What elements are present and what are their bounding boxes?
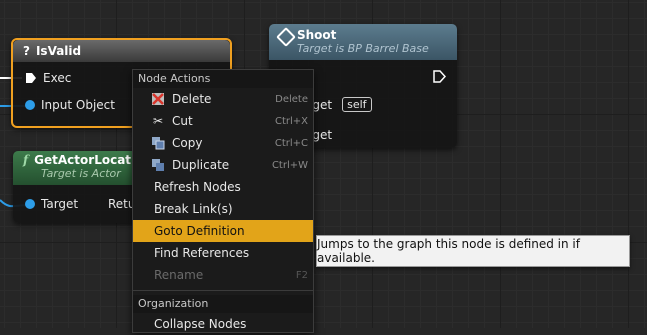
menu-item-label: Duplicate — [172, 158, 230, 172]
menu-item-shortcut: Ctrl+W — [271, 159, 308, 171]
get-actor-location-target-pin[interactable]: Target — [25, 197, 78, 211]
menu-item-shortcut: Ctrl+C — [274, 137, 308, 149]
menu-item-collapse-nodes[interactable]: Collapse Nodes — [133, 313, 313, 335]
menu-separator — [133, 290, 313, 291]
menu-item-refresh-nodes[interactable]: Refresh Nodes — [133, 176, 313, 198]
function-diamond-icon — [276, 27, 296, 47]
delete-icon — [150, 91, 166, 107]
section-header-organization: Organization — [133, 295, 313, 313]
duplicate-icon — [150, 157, 166, 173]
menu-item-find-references[interactable]: Find References — [133, 242, 313, 264]
copy-icon — [150, 135, 166, 151]
get-actor-location-target-label: Target — [41, 197, 79, 211]
target-pin-icon — [25, 199, 35, 209]
menu-item-label: Delete — [172, 92, 212, 106]
context-menu: Node Actions Delete Delete ✂ Cut Ctrl+X … — [132, 69, 314, 333]
question-icon: ? — [23, 44, 30, 58]
menu-item-shortcut: Ctrl+X — [274, 115, 308, 127]
tooltip-text: Jumps to the graph this node is defined … — [317, 237, 580, 265]
scissors-icon: ✂ — [152, 114, 164, 128]
exec-pin-label: Exec — [43, 71, 72, 85]
function-f-icon: f — [23, 153, 29, 167]
menu-item-label: Cut — [172, 114, 193, 128]
menu-item-duplicate[interactable]: Duplicate Ctrl+W — [133, 154, 313, 176]
exec-input-pin[interactable]: Exec — [25, 71, 71, 85]
menu-item-copy[interactable]: Copy Ctrl+C — [133, 132, 313, 154]
object-pin-icon — [25, 100, 35, 110]
menu-item-label: Rename — [154, 268, 204, 282]
input-object-pin[interactable]: Input Object — [25, 98, 115, 112]
menu-item-rename[interactable]: Rename F2 — [133, 264, 313, 286]
tooltip: Jumps to the graph this node is defined … — [316, 235, 630, 267]
menu-item-cut[interactable]: ✂ Cut Ctrl+X — [133, 110, 313, 132]
menu-item-label: Copy — [172, 136, 203, 150]
menu-item-break-links[interactable]: Break Link(s) — [133, 198, 313, 220]
isvalid-node-title: IsValid — [35, 44, 82, 58]
menu-item-label: Collapse Nodes — [154, 317, 247, 331]
menu-item-shortcut: F2 — [295, 269, 308, 281]
input-object-pin-label: Input Object — [41, 98, 115, 112]
menu-item-delete[interactable]: Delete Delete — [133, 88, 313, 110]
isvalid-node-header[interactable]: ? IsValid — [13, 40, 230, 62]
shoot-node-subtitle: Target is BP Barrel Base — [297, 42, 429, 55]
menu-item-goto-definition[interactable]: Goto Definition — [133, 220, 313, 242]
shoot-node-header[interactable]: Shoot Target is BP Barrel Base — [269, 24, 457, 60]
menu-item-shortcut: Delete — [275, 93, 308, 105]
exec-pin-icon — [26, 73, 36, 83]
self-value-box[interactable]: self — [342, 97, 372, 112]
exec-output-pin-icon — [433, 70, 446, 83]
menu-item-label: Break Link(s) — [154, 202, 233, 216]
exec-output-pin[interactable] — [433, 70, 446, 83]
menu-item-label: Goto Definition — [154, 224, 245, 238]
menu-item-label: Refresh Nodes — [154, 180, 241, 194]
section-header-node-actions: Node Actions — [133, 70, 313, 88]
menu-item-label: Find References — [154, 246, 250, 260]
shoot-node-title: Shoot — [297, 28, 337, 42]
